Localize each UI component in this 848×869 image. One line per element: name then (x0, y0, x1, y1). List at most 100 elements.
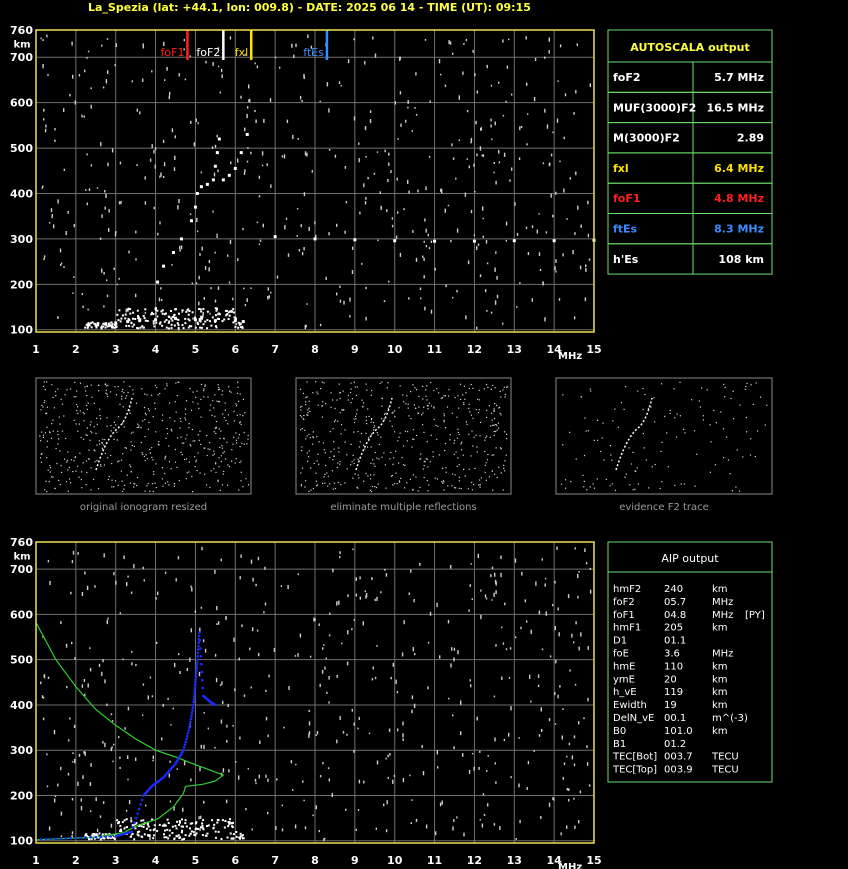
band-dot (155, 309, 158, 312)
preview-dot (105, 389, 107, 391)
noise-dot (86, 153, 88, 156)
preview-dot (454, 439, 456, 442)
noise-dot (53, 730, 56, 735)
noise-dot (295, 763, 297, 766)
preview-dot (680, 483, 682, 485)
preview-dot (442, 480, 445, 482)
noise-dot (544, 577, 547, 580)
noise-dot (538, 252, 541, 257)
aip-label: ymE (613, 674, 635, 685)
noise-dot (89, 782, 92, 787)
noise-dot (104, 189, 106, 193)
preview-dot (699, 406, 701, 408)
fitted-point (54, 837, 58, 840)
preview-dot (306, 381, 308, 383)
y-tick-label: 300 (10, 233, 33, 246)
preview-dot (82, 438, 85, 440)
preview-dot (155, 463, 157, 465)
preview-dot (239, 422, 241, 424)
noise-dot (220, 719, 223, 724)
noise-dot (319, 100, 321, 103)
preview-dot (729, 473, 731, 475)
band-dot (227, 311, 230, 314)
preview-dot (417, 490, 419, 492)
preview-dot (144, 418, 146, 421)
preview-dot (235, 458, 237, 460)
preview-dot (343, 409, 345, 411)
noise-dot (508, 732, 510, 737)
noise-speckle (40, 546, 592, 842)
preview-dot (152, 490, 154, 492)
noise-dot (557, 607, 559, 611)
band-dot (143, 833, 146, 836)
preview-dot (383, 452, 385, 454)
marker-foF2-label: foF2 (196, 46, 220, 59)
preview-dot (444, 395, 446, 397)
preview-dot (176, 466, 178, 469)
preview-dot (237, 381, 239, 383)
band-dot (180, 825, 183, 828)
noise-dot (73, 223, 75, 228)
preview-dot (126, 395, 128, 397)
x-tick-label: 5 (192, 343, 200, 356)
noise-dot (538, 213, 540, 215)
band-dot (171, 832, 174, 834)
noise-dot (336, 601, 338, 606)
noise-dot (578, 820, 580, 824)
noise-dot (201, 246, 203, 251)
preview-dot (154, 384, 156, 387)
noise-dot (508, 38, 510, 41)
band-dot (117, 822, 119, 825)
noise-dot (470, 141, 472, 144)
band-dot (221, 819, 224, 822)
noise-dot (401, 652, 404, 657)
noise-dot (396, 177, 398, 181)
noise-dot (365, 316, 367, 321)
fitted-point (194, 675, 198, 678)
preview-dot (327, 475, 329, 477)
noise-dot (295, 43, 297, 48)
preview-dot (142, 420, 144, 422)
preview-dot (77, 465, 79, 467)
noise-dot (358, 779, 361, 784)
preview-dot (562, 394, 564, 396)
noise-dot (83, 679, 86, 682)
preview-dot (378, 458, 380, 460)
noise-dot (255, 583, 257, 587)
preview-dot (106, 425, 108, 427)
preview-dot (221, 390, 224, 392)
band-dot (140, 819, 143, 822)
noise-dot (491, 599, 493, 601)
noise-dot (45, 124, 47, 128)
trace-point (172, 251, 176, 255)
noise-dot (126, 582, 128, 587)
preview-dot (233, 410, 235, 412)
band-dot (211, 819, 214, 822)
preview-dot (86, 471, 88, 474)
band-dot (128, 319, 131, 322)
preview-dot (493, 434, 495, 436)
noise-dot (399, 56, 401, 60)
band-dot (227, 825, 230, 828)
band-dot (125, 818, 128, 821)
preview-dot (42, 436, 44, 438)
preview-dot (389, 420, 391, 422)
preview-dot (104, 452, 106, 454)
band-dot (164, 824, 167, 827)
preview-dot (337, 481, 339, 483)
noise-dot (347, 59, 350, 64)
autoscala-value: 2.89 (737, 132, 764, 145)
noise-dot (189, 55, 191, 57)
preview-dot (133, 486, 135, 488)
preview-dot (611, 483, 613, 485)
noise-dot (112, 760, 114, 763)
noise-dot (293, 54, 295, 59)
noise-dot (359, 596, 361, 600)
noise-dot (247, 106, 249, 109)
band-dot (215, 307, 218, 310)
preview-dot (635, 470, 637, 473)
noise-dot (114, 232, 117, 237)
noise-dot (203, 744, 205, 749)
noise-dot (63, 168, 65, 172)
band-dot (173, 324, 176, 327)
